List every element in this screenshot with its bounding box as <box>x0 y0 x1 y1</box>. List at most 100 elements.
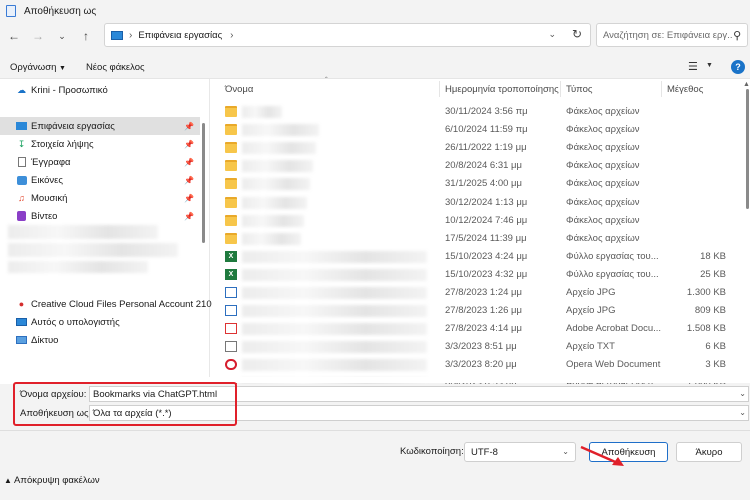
table-row[interactable]: 31/1/2025 4:00 μμ Φάκελος αρχείων <box>220 175 730 193</box>
table-row[interactable]: 3/3/2023 8:20 μμ Opera Web Document 3 KB <box>220 356 730 374</box>
table-row[interactable]: 3/3/2023 8:51 μμ Αρχείο TXT 6 KB <box>220 338 730 356</box>
sidebar-item-onedrive[interactable]: ☁ Krini - Προσωπικό <box>0 81 200 99</box>
sidebar-item-label: Εικόνες <box>31 174 63 186</box>
folder-icon <box>225 124 237 136</box>
table-row[interactable]: 17/5/2024 11:39 μμ Φάκελος αρχείων <box>220 230 730 248</box>
file-size: 18 KB <box>700 250 726 262</box>
sidebar-item-label: Creative Cloud Files Personal Account 21… <box>31 298 212 310</box>
file-type: Φάκελος αρχείων <box>566 214 640 226</box>
search-input[interactable]: Αναζήτηση σε: Επιφάνεια εργ... ⚲ <box>596 23 748 47</box>
document-icon <box>16 157 27 167</box>
file-date: 17/5/2024 11:39 μμ <box>445 232 527 244</box>
redacted-item <box>8 225 158 239</box>
desktop-icon <box>16 121 27 131</box>
file-date: 30/11/2024 3:56 πμ <box>445 106 528 117</box>
redacted-filename <box>242 359 427 372</box>
sidebar-item-documents[interactable]: Έγγραφα 📌 <box>0 153 200 171</box>
file-size: 1.300 KB <box>686 287 726 298</box>
encoding-value: UTF-8 <box>471 446 498 458</box>
sidebar-item-desktop[interactable]: Επιφάνεια εργασίας 📌 <box>0 117 200 135</box>
column-header-size[interactable]: Μέγεθος <box>667 79 703 99</box>
pin-icon: 📌 <box>184 121 194 131</box>
column-divider[interactable] <box>560 81 561 97</box>
sidebar-item-label: Επιφάνεια εργασίας <box>31 120 115 132</box>
jpg-icon <box>225 287 237 298</box>
file-type: Φάκελος αρχείων <box>566 232 640 244</box>
back-arrow-icon[interactable]: ← <box>6 28 22 44</box>
table-row[interactable]: 6/10/2024 11:59 πμ Φάκελος αρχείων <box>220 121 730 139</box>
redacted-filename <box>242 305 427 318</box>
view-dropdown-icon[interactable]: ▼ <box>706 62 713 69</box>
forward-arrow-icon[interactable]: → <box>30 28 46 44</box>
table-row[interactable]: X 15/10/2023 4:24 μμ Φύλλο εργασίας του...… <box>220 248 730 266</box>
table-row[interactable]: X 15/10/2023 4:32 μμ Φύλλο εργασίας του...… <box>220 266 730 284</box>
saveas-type-dropdown-icon[interactable]: ⌄ <box>739 408 746 417</box>
sidebar-item-creative-cloud[interactable]: ● Creative Cloud Files Personal Account … <box>0 295 212 313</box>
address-dropdown-icon[interactable]: ⌄ <box>548 29 556 40</box>
column-header-date[interactable]: Ημερομηνία τροποποίησης <box>445 79 559 99</box>
table-row[interactable]: 27/8/2023 4:14 μμ Adobe Acrobat Docu... 1.… <box>220 320 730 338</box>
recent-locations-chevron-icon[interactable]: ⌄ <box>54 28 70 44</box>
pictures-icon <box>16 175 27 185</box>
hide-folders-button[interactable]: ▲ Απόκρυψη φακέλων <box>4 475 100 486</box>
redacted-item <box>8 243 178 257</box>
up-arrow-icon[interactable]: ↑ <box>78 28 94 44</box>
redacted-filename <box>242 232 301 245</box>
file-type: Φάκελος αρχείων <box>566 160 640 172</box>
highlight-box <box>13 382 237 426</box>
cancel-button[interactable]: Άκυρο <box>676 442 742 462</box>
table-row[interactable]: 20/8/2024 6:31 μμ Φάκελος αρχείων <box>220 157 730 175</box>
table-row[interactable]: 27/8/2023 1:26 μμ Αρχείο JPG 809 KB <box>220 302 730 320</box>
file-date: 27/8/2023 4:14 μμ <box>445 323 522 335</box>
redacted-filename <box>242 214 304 227</box>
breadcrumb-separator-icon[interactable]: › <box>230 30 233 41</box>
address-bar[interactable]: › Επιφάνεια εργασίας › ⌄ ↻ <box>104 23 591 47</box>
file-size: 1.508 KB <box>686 323 726 335</box>
view-options-icon[interactable]: ☰ <box>688 60 698 73</box>
organize-button[interactable]: Οργάνωση ▼ <box>0 62 76 73</box>
sidebar-item-pictures[interactable]: Εικόνες 📌 <box>0 171 200 189</box>
sidebar-item-videos[interactable]: Βίντεο 📌 <box>0 207 200 225</box>
encoding-dropdown-icon[interactable]: ⌄ <box>562 447 569 456</box>
navigation-scrollbar[interactable] <box>202 123 205 243</box>
new-folder-button[interactable]: Νέος φάκελος <box>76 62 155 73</box>
column-divider[interactable] <box>661 81 662 97</box>
sidebar-item-network[interactable]: Δίκτυο <box>0 331 200 349</box>
file-list-scrollbar[interactable] <box>746 89 749 209</box>
file-type: Φάκελος αρχείων <box>566 196 640 208</box>
filename-dropdown-icon[interactable]: ⌄ <box>739 389 746 398</box>
file-size: 6 KB <box>705 341 726 353</box>
file-type: Αρχείο JPG <box>566 305 616 317</box>
breadcrumb-separator-icon: › <box>129 29 133 41</box>
sidebar-item-label: Krini - Προσωπικό <box>31 84 108 96</box>
table-row[interactable]: 27/8/2023 1:24 μμ Αρχείο JPG 1.300 KB <box>220 284 730 302</box>
encoding-select[interactable]: UTF-8 ⌄ <box>464 442 576 462</box>
file-type: Φάκελος αρχείων <box>566 124 640 136</box>
redacted-filename <box>242 268 427 281</box>
search-placeholder: Αναζήτηση σε: Επιφάνεια εργ... <box>603 29 734 41</box>
file-date: 15/10/2023 4:32 μμ <box>445 268 528 280</box>
computer-icon <box>16 317 27 327</box>
help-icon[interactable]: ? <box>731 60 745 74</box>
file-type: Φάκελος αρχείων <box>566 106 640 117</box>
table-row[interactable]: 10/12/2024 7:46 μμ Φάκελος αρχείων <box>220 212 730 230</box>
folder-icon <box>225 232 237 244</box>
breadcrumb-desktop[interactable]: Επιφάνεια εργασίας <box>138 30 222 41</box>
scroll-up-icon[interactable]: ▲ <box>743 81 750 88</box>
sidebar-item-downloads[interactable]: ↧ Στοιχεία λήψης 📌 <box>0 135 200 153</box>
table-row[interactable]: 30/11/2024 3:56 πμ Φάκελος αρχείων <box>220 103 730 121</box>
sidebar-item-label: Δίκτυο <box>31 334 59 346</box>
sidebar-item-this-pc[interactable]: Αυτός ο υπολογιστής <box>0 313 200 331</box>
column-header-name[interactable]: Όνομα <box>225 79 253 99</box>
redacted-filename <box>242 124 319 137</box>
sidebar-item-music[interactable]: ♫ Μουσική 📌 <box>0 189 200 207</box>
column-header-type[interactable]: Τύπος <box>566 79 592 99</box>
table-row[interactable]: 30/12/2024 1:13 μμ Φάκελος αρχείων <box>220 194 730 212</box>
file-date: 3/3/2023 8:20 μμ <box>445 359 517 371</box>
file-type: Opera Web Document <box>566 359 661 371</box>
table-row[interactable]: 26/11/2022 1:19 μμ Φάκελος αρχείων <box>220 139 730 157</box>
refresh-icon[interactable]: ↻ <box>572 27 582 41</box>
command-toolbar: Οργάνωση ▼ Νέος φάκελος ☰ ▼ ? <box>0 56 750 78</box>
column-divider[interactable] <box>439 81 440 97</box>
redacted-filename <box>242 196 307 209</box>
